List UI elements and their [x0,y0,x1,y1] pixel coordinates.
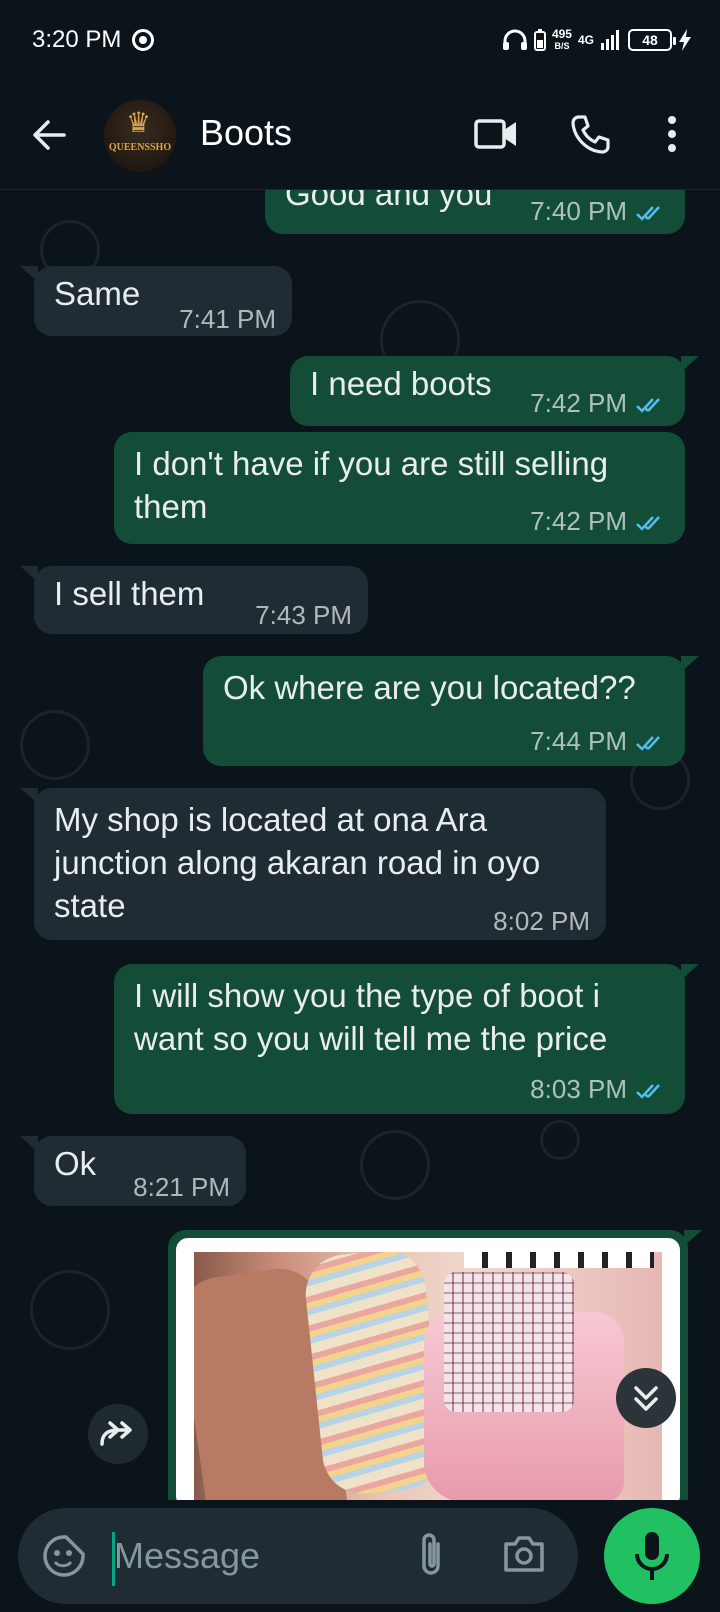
message-time: 7:40 PM [530,196,627,226]
message-composer [0,1500,720,1612]
message-meta: 8:03 PM [530,1068,669,1111]
contact-name[interactable]: Boots [200,112,292,154]
photo-boot-pouch [494,1292,564,1362]
status-indicators: 495 B/S 4G 48 [502,22,692,58]
message-meta: 7:42 PM [530,382,669,425]
bubble-tail [20,266,38,282]
sticker-icon[interactable] [42,1534,86,1578]
bubble-tail [684,1230,702,1246]
crown-logo: ♛ [126,107,152,138]
message-time: 7:42 PM [530,388,627,418]
headphones-icon [502,29,527,50]
outgoing-message[interactable]: I will show you the type of boot i want … [114,964,699,1114]
bubble-tail [20,1136,38,1152]
more-vert-icon[interactable] [667,114,677,154]
back-arrow-icon[interactable] [30,116,68,154]
message-time: 7:44 PM [530,726,627,756]
data-rate: 495 B/S [552,28,572,52]
message-text: I need boots [310,365,492,402]
data-rate-value: 495 [551,27,572,41]
message-text: I sell them [54,575,205,612]
boots-photo [194,1252,662,1500]
message-time: 8:21 PM [133,1172,230,1202]
bubble-tail [20,788,38,804]
battery-indicator: 48 [628,29,676,51]
bubble-tail [681,964,699,980]
network-type: 4G [577,33,594,47]
image-thumbnail[interactable] [176,1238,680,1500]
forward-icon [100,1421,132,1446]
message-meta: 7:42 PM [530,500,669,543]
read-ticks-icon [636,516,660,531]
avatar-logo-text: QUEENSSHO [108,142,172,153]
phone-icon[interactable] [570,114,610,154]
video-call-icon[interactable] [474,116,518,152]
incoming-message[interactable]: My shop is located at ona Ara junction a… [20,788,606,940]
screen-record-icon [132,29,154,51]
charging-icon [679,29,691,51]
message-text: My shop is located at ona Ara junction a… [54,801,541,924]
outgoing-image-message[interactable] [168,1230,702,1500]
message-time: 8:02 PM [493,906,590,936]
message-meta: 7:44 PM [530,720,669,763]
bubble-tail [681,656,699,672]
message-text: Ok [54,1145,97,1182]
message-time: 8:03 PM [530,1074,627,1104]
incoming-message[interactable]: I sell them 7:43 PM [20,566,368,634]
mic-icon [635,1532,669,1580]
voice-record-button[interactable] [604,1508,700,1604]
message-time: 7:43 PM [255,600,352,630]
avatar[interactable]: ♛ QUEENSSHO [104,100,176,172]
status-time: 3:20 PM [32,26,122,53]
wallpaper-doodle [540,1120,580,1160]
wallpaper-doodle [30,1270,110,1350]
battery-saver-icon [533,29,546,51]
outgoing-message[interactable]: Ok where are you located?? 7:44 PM [203,656,699,766]
paperclip-icon[interactable] [416,1530,446,1580]
outgoing-message[interactable]: Good and you 7:40 PM [265,190,685,234]
photo-backdrop [464,1252,654,1268]
message-input-container[interactable] [18,1508,578,1604]
read-ticks-icon [636,398,660,413]
data-rate-unit: B/S [554,41,570,51]
chat-header: ♛ QUEENSSHO Boots [0,80,720,190]
message-list[interactable]: Good and you 7:40 PM Same 7:41 PM I need… [0,190,720,1500]
wallpaper-doodle [360,1130,430,1200]
message-text: I will show you the type of boot i want … [134,977,608,1057]
scroll-to-bottom-button[interactable] [616,1368,676,1428]
incoming-message[interactable]: Same 7:41 PM [20,266,292,336]
message-meta: 7:40 PM [530,190,669,233]
message-time: 7:42 PM [530,506,627,536]
outgoing-message[interactable]: I need boots 7:42 PM [290,356,699,426]
outgoing-message[interactable]: I don't have if you are still selling th… [114,432,685,544]
read-ticks-icon [636,1084,660,1099]
bubble-tail [681,356,699,372]
read-ticks-icon [636,736,660,751]
read-ticks-icon [636,206,660,221]
message-text: Ok where are you located?? [223,669,636,706]
incoming-message[interactable]: Ok 8:21 PM [20,1136,246,1206]
message-text: Same [54,275,141,312]
message-input[interactable] [114,1528,404,1584]
message-text: Good and you [285,190,493,212]
status-bar: 3:20 PM 495 B/S 4G 48 [0,0,720,80]
message-time: 7:41 PM [179,304,276,334]
double-chevron-down-icon [634,1386,658,1411]
wallpaper-doodle [20,710,90,780]
bubble-tail [20,566,38,582]
forward-button[interactable] [88,1404,148,1464]
signal-icon [601,30,619,50]
camera-icon[interactable] [502,1534,546,1574]
